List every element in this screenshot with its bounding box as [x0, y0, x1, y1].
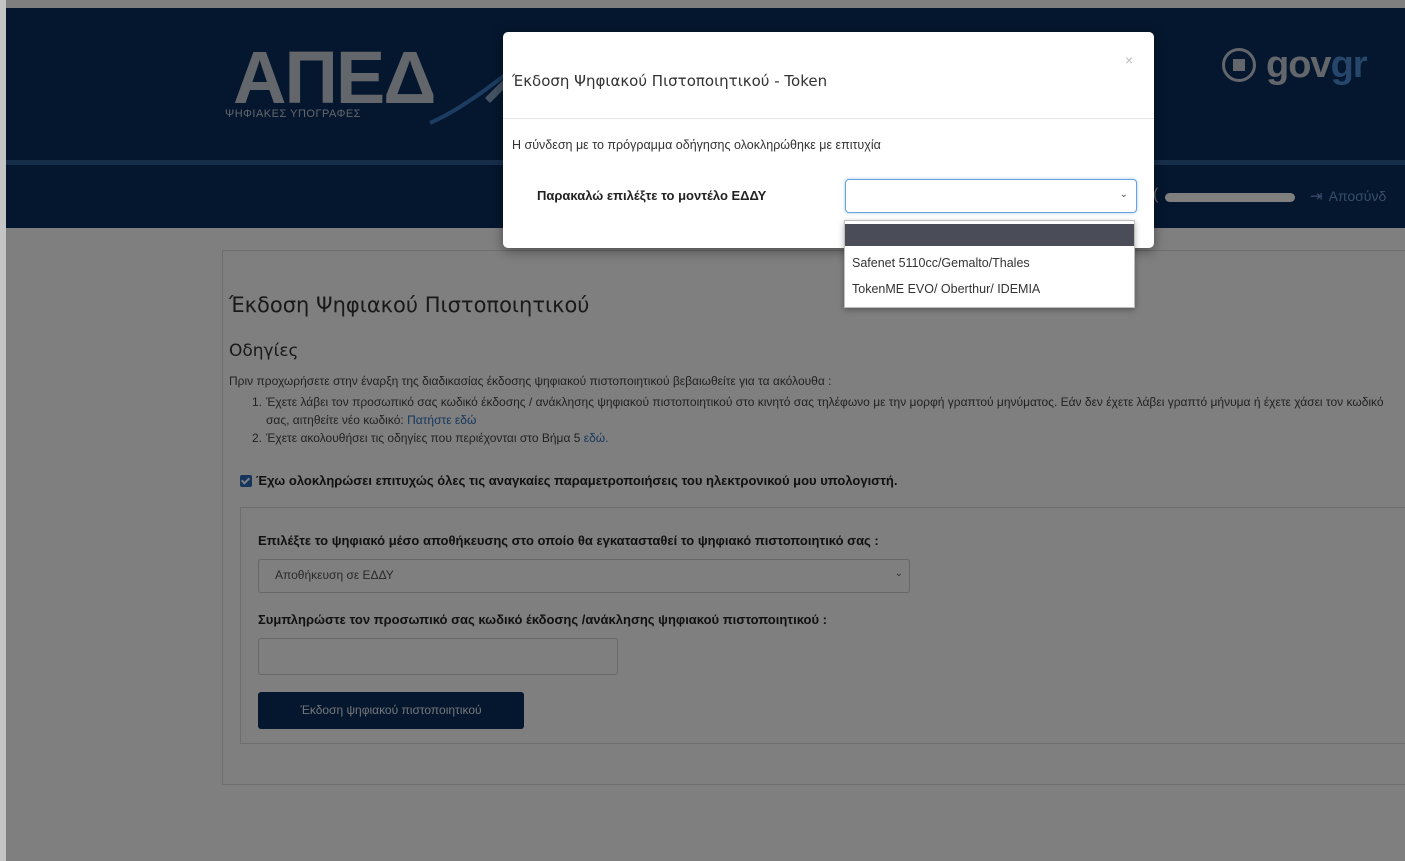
close-icon[interactable]: ×: [1125, 52, 1133, 68]
model-select[interactable]: ⌄: [845, 179, 1137, 213]
chevron-down-icon: ⌄: [1119, 189, 1128, 200]
modal-divider: [503, 118, 1154, 119]
modal-title: Έκδοση Ψηφιακού Πιστοποιητικού - Token: [512, 72, 828, 90]
model-option-safenet[interactable]: Safenet 5110cc/Gemalto/Thales: [845, 252, 1134, 274]
model-dropdown-list: Safenet 5110cc/Gemalto/Thales TokenME EV…: [844, 220, 1135, 308]
modal-success-message: Η σύνδεση με το πρόγραμμα οδήγησης ολοκλ…: [512, 138, 881, 152]
model-label: Παρακαλώ επιλέξτε το μοντέλο ΕΔΔΥ: [537, 188, 767, 203]
left-edge-strip: [0, 0, 6, 861]
model-option-empty[interactable]: [845, 224, 1134, 246]
model-option-tokenme[interactable]: TokenME EVO/ Oberthur/ IDEMIA: [845, 278, 1134, 300]
